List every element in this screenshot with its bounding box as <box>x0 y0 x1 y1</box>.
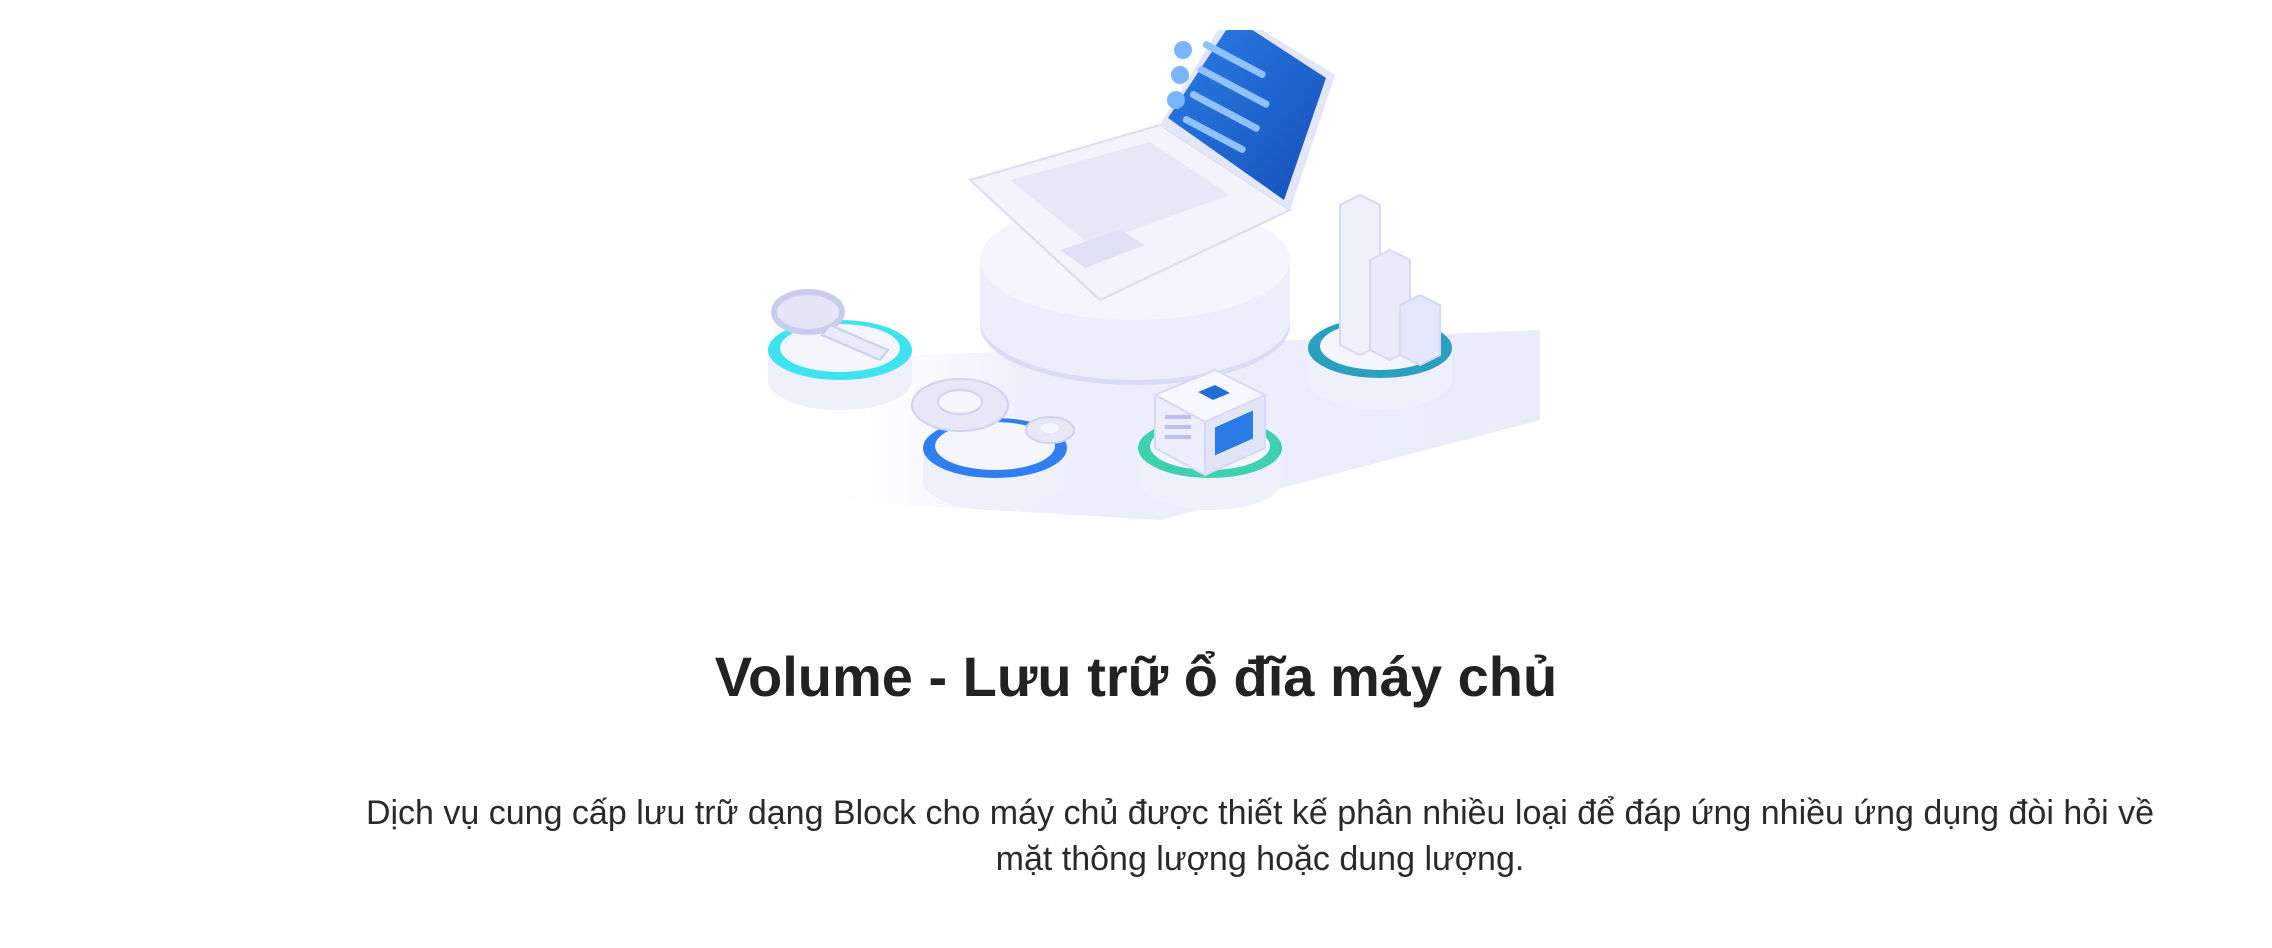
bar-chart-icon <box>1339 193 1441 367</box>
section-description: Dịch vụ cung cấp lưu trữ dạng Block cho … <box>365 794 2155 878</box>
page-title: Volume - Lưu trữ ổ đĩa máy chủ <box>714 645 1558 708</box>
isometric-illustration <box>768 10 1540 520</box>
hero-illustration <box>760 10 1560 530</box>
